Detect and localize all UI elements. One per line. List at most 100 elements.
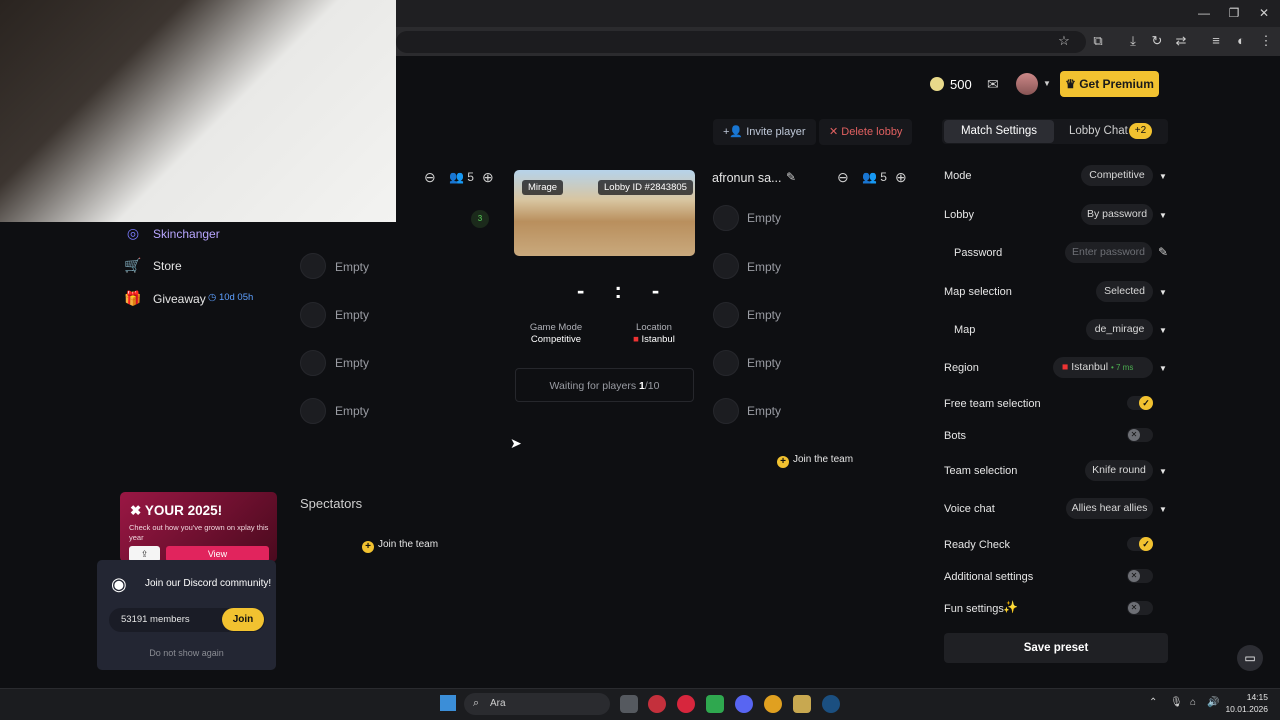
status-badge: 3	[471, 210, 489, 228]
sidebar-item-store[interactable]: Store	[153, 259, 182, 273]
join-spectators-button[interactable]: + Join the team	[362, 539, 438, 553]
lobby-select[interactable]: By password	[1081, 204, 1153, 225]
voice-chat-select[interactable]: Allies hear allies	[1066, 498, 1153, 519]
clock-time[interactable]: 14:15	[1228, 692, 1268, 702]
plus-icon: +	[362, 541, 374, 553]
extensions-icon[interactable]: ⧉	[1090, 33, 1106, 49]
team-increase-button[interactable]: ⊕	[895, 169, 907, 186]
voice-chat-label: Voice chat	[944, 503, 995, 515]
tray-chevron-icon[interactable]: ⌃	[1149, 697, 1157, 708]
steam-icon[interactable]	[822, 695, 840, 713]
edit-pencil-icon[interactable]: ✎	[786, 170, 796, 184]
delete-lobby-button[interactable]: ✕ Delete lobby	[819, 119, 913, 145]
edit-pencil-icon[interactable]: ✎	[1158, 245, 1168, 259]
chevron-down-icon[interactable]: ▼	[1159, 467, 1167, 476]
close-icon[interactable]: ✕	[1256, 5, 1272, 21]
giveaway-timer: ◷ 10d 05h	[208, 292, 254, 303]
clock-date[interactable]: 10.01.2026	[1222, 704, 1268, 714]
slot-avatar-icon	[713, 302, 739, 328]
save-preset-button[interactable]: Save preset	[944, 633, 1168, 663]
taskbar-search[interactable]	[464, 693, 610, 715]
x-icon: ✕	[1128, 602, 1140, 614]
users-icon: 👥	[862, 170, 877, 184]
reading-list-icon[interactable]: ≡	[1208, 33, 1224, 49]
flag-tr-icon: ■	[1062, 361, 1072, 373]
translate-icon[interactable]: ⇄	[1173, 33, 1189, 49]
join-team-button[interactable]: + Join the team	[777, 454, 853, 468]
avatar[interactable]	[1016, 73, 1038, 95]
team-decrease-button[interactable]: ⊖	[424, 169, 436, 186]
region-select[interactable]: ■ Istanbul • 7 ms	[1053, 357, 1153, 378]
history-icon[interactable]: ↻	[1149, 33, 1165, 49]
mail-icon[interactable]: ✉	[987, 76, 999, 93]
plus-icon: +	[777, 456, 789, 468]
sidebar-item-giveaway[interactable]: Giveaway	[153, 292, 206, 306]
additional-settings-label: Additional settings	[944, 571, 1034, 583]
task-view-icon[interactable]	[620, 695, 638, 713]
region-label: Region	[944, 362, 979, 374]
slot-empty[interactable]: Empty	[335, 308, 369, 322]
x-icon: ✕	[1128, 429, 1140, 441]
chevron-down-icon[interactable]: ▼	[1159, 288, 1167, 297]
slot-empty[interactable]: Empty	[747, 211, 781, 225]
fun-settings-label: Fun settings	[944, 603, 1004, 615]
tab-lobby-chat[interactable]: Lobby Chat	[1069, 120, 1128, 143]
profile-icon[interactable]: ◐	[1233, 33, 1249, 49]
bookmark-star-icon[interactable]: ☆	[1056, 33, 1072, 49]
download-icon[interactable]: ⤓	[1125, 33, 1141, 49]
match-score: - : -	[577, 278, 672, 303]
slot-empty[interactable]: Empty	[335, 356, 369, 370]
map-selection-select[interactable]: Selected	[1096, 281, 1153, 302]
slot-avatar-icon	[713, 253, 739, 279]
maximize-icon[interactable]: ❐	[1226, 5, 1242, 21]
discord-join-button[interactable]: Join	[222, 608, 264, 631]
get-premium-button[interactable]: ♛ Get Premium	[1060, 71, 1159, 97]
chevron-down-icon[interactable]: ▼	[1159, 211, 1167, 220]
discord-title: Join our Discord community!	[145, 578, 272, 589]
address-bar[interactable]	[396, 31, 1086, 53]
chevron-down-icon[interactable]: ▼	[1159, 505, 1167, 514]
windows-start-icon[interactable]	[440, 695, 456, 711]
discord-app-icon[interactable]	[735, 695, 753, 713]
crown-icon: ♛	[1065, 77, 1080, 91]
slot-empty[interactable]: Empty	[747, 404, 781, 418]
slot-empty[interactable]: Empty	[335, 260, 369, 274]
support-chat-icon[interactable]: ▭	[1237, 645, 1263, 671]
slot-avatar-icon	[713, 205, 739, 231]
team-decrease-button[interactable]: ⊖	[837, 169, 849, 186]
slot-empty[interactable]: Empty	[335, 404, 369, 418]
team-selection-select[interactable]: Knife round	[1085, 460, 1153, 481]
chrome-icon[interactable]	[764, 695, 782, 713]
team-count: 👥 5	[449, 170, 474, 184]
minimize-icon[interactable]: —	[1196, 5, 1212, 21]
mic-icon[interactable]: 🎙	[1170, 697, 1183, 708]
invite-player-button[interactable]: +👤 Invite player	[713, 119, 816, 145]
chevron-down-icon[interactable]: ▼	[1159, 364, 1167, 373]
app-icon[interactable]	[648, 695, 666, 713]
users-icon: 👥	[449, 170, 464, 184]
mode-select[interactable]: Competitive	[1081, 165, 1153, 186]
app-icon[interactable]	[793, 695, 811, 713]
app-icon[interactable]	[706, 695, 724, 713]
chevron-down-icon[interactable]: ▼	[1159, 326, 1167, 335]
game-mode-value: Competitive	[530, 334, 582, 345]
chevron-down-icon[interactable]: ▼	[1043, 79, 1051, 88]
check-icon: ✓	[1139, 396, 1153, 410]
sidebar-item-skinchanger[interactable]: Skinchanger	[153, 227, 220, 241]
app-icon[interactable]	[677, 695, 695, 713]
slot-empty[interactable]: Empty	[747, 356, 781, 370]
slot-empty[interactable]: Empty	[747, 260, 781, 274]
chevron-down-icon[interactable]: ▼	[1159, 172, 1167, 181]
chat-badge: +2	[1129, 123, 1152, 139]
map-select[interactable]: de_mirage	[1086, 319, 1153, 340]
discord-dismiss-link[interactable]: Do not show again	[97, 648, 276, 658]
password-input[interactable]: Enter password	[1065, 242, 1152, 263]
network-icon[interactable]: ⌂	[1190, 697, 1196, 708]
slot-avatar-icon	[713, 398, 739, 424]
slot-empty[interactable]: Empty	[747, 308, 781, 322]
tab-match-settings[interactable]: Match Settings	[944, 120, 1054, 143]
volume-icon[interactable]: 🔊	[1207, 697, 1219, 708]
menu-icon[interactable]: ⋮	[1258, 33, 1274, 49]
coin-icon	[930, 77, 944, 91]
team-increase-button[interactable]: ⊕	[482, 169, 494, 186]
